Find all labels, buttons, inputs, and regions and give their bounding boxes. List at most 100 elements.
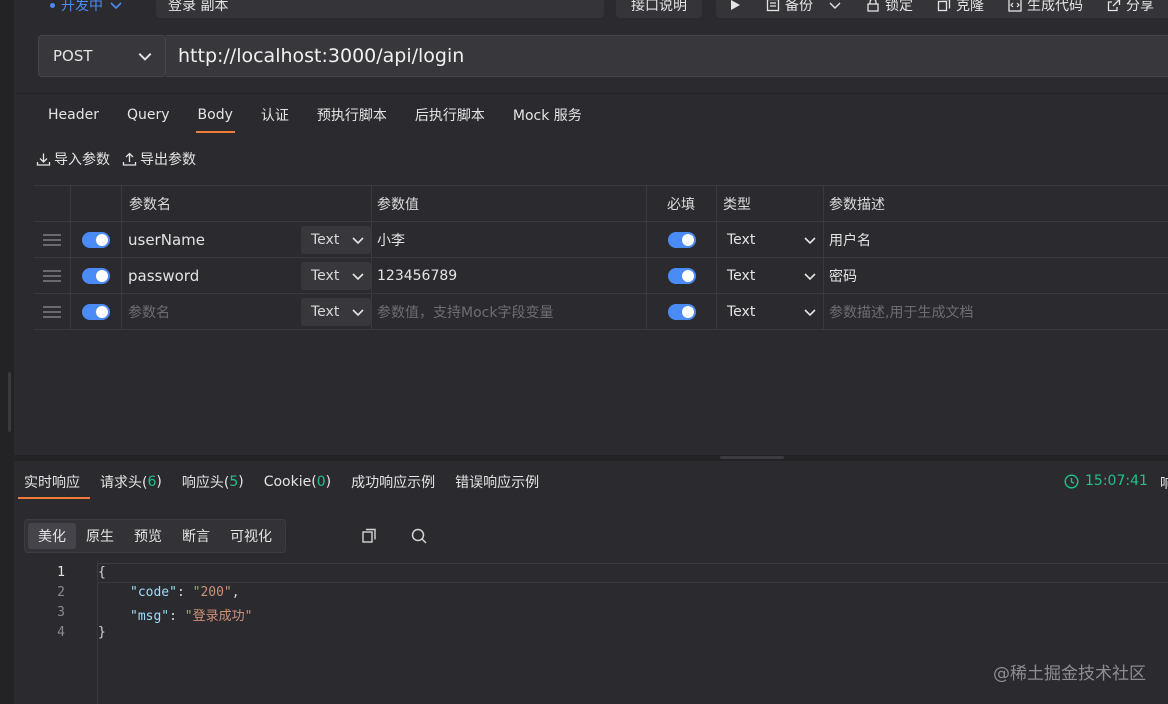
header-drag-cell	[34, 186, 71, 221]
clone-button[interactable]: 克隆	[925, 0, 996, 18]
enable-toggle[interactable]	[82, 303, 110, 320]
view-visualize[interactable]: 可视化	[220, 523, 282, 549]
tab-mock[interactable]: Mock 服务	[499, 95, 596, 135]
header-name: 参数名	[122, 186, 372, 221]
generate-code-button[interactable]: 生成代码	[996, 0, 1095, 18]
play-icon	[731, 0, 740, 10]
chevron-down-icon	[352, 272, 364, 280]
lock-label: 锁定	[885, 0, 913, 14]
view-assert[interactable]: 断言	[172, 523, 220, 549]
param-format-label: Text	[311, 231, 340, 248]
tab-count: 0	[316, 474, 326, 490]
view-pretty[interactable]: 美化	[28, 523, 76, 549]
required-cell	[647, 222, 717, 257]
enable-cell	[71, 294, 122, 329]
clone-icon	[937, 0, 951, 12]
json-value: "登录成功"	[184, 609, 253, 624]
enable-toggle[interactable]	[82, 231, 110, 248]
tab-body[interactable]: Body	[184, 95, 247, 135]
param-format-select[interactable]: Text	[301, 261, 371, 290]
tab-response-headers[interactable]: 响应头(5)	[172, 465, 254, 499]
resize-grip[interactable]	[8, 372, 11, 432]
param-format-label: Text	[311, 267, 340, 284]
tab-query[interactable]: Query	[113, 95, 184, 135]
code-line: {	[98, 565, 106, 580]
type-select[interactable]: Text	[717, 294, 824, 329]
line-number: 1	[57, 565, 65, 580]
send-button[interactable]	[716, 0, 754, 18]
export-params-button[interactable]: 导出参数	[122, 149, 196, 169]
search-icon[interactable]	[410, 527, 428, 545]
param-name-input[interactable]: userName	[128, 231, 205, 249]
required-toggle[interactable]	[667, 303, 696, 320]
status-dot-icon	[50, 2, 55, 8]
type-select[interactable]: Text	[717, 222, 824, 257]
param-desc-input[interactable]: 用户名	[824, 222, 1168, 257]
copy-icon[interactable]	[360, 527, 378, 545]
method-label: POST	[53, 47, 93, 65]
lock-icon	[867, 0, 879, 12]
method-select[interactable]: POST	[38, 35, 166, 77]
code-icon	[1008, 0, 1022, 12]
import-params-button[interactable]: 导入参数	[36, 149, 110, 169]
tab-success-example[interactable]: 成功响应示例	[341, 465, 445, 499]
param-value-input[interactable]: 123456789	[372, 258, 647, 293]
type-select[interactable]: Text	[717, 258, 824, 293]
tab-auth[interactable]: 认证	[247, 95, 303, 135]
api-doc-button[interactable]: 接口说明	[616, 0, 702, 18]
clock-icon	[1064, 473, 1079, 489]
status-label: 开发中	[61, 0, 103, 14]
tab-post-script[interactable]: 后执行脚本	[401, 95, 499, 135]
response-tabs: 实时响应 请求头(6) 响应头(5) Cookie(0) 成功响应示例 错误响应…	[14, 465, 549, 499]
drag-handle[interactable]	[34, 222, 71, 257]
table-row: password Text 123456789 Text 密码	[34, 258, 1168, 294]
request-tabs: Header Query Body 认证 预执行脚本 后执行脚本 Mock 服务	[34, 95, 596, 135]
backup-button[interactable]: 备份	[754, 0, 854, 18]
tab-label: 成功响应示例	[351, 475, 436, 491]
status-dropdown[interactable]: 开发中	[50, 0, 123, 18]
params-table: 参数名 参数值 必填 类型 参数描述 userName Text 小李 Text…	[34, 185, 1168, 330]
param-desc-placeholder[interactable]: 参数描述,用于生成文档	[824, 294, 1168, 329]
tab-label: 错误响应示例	[455, 475, 540, 491]
enable-toggle[interactable]	[82, 267, 110, 284]
param-name-placeholder[interactable]: 参数名	[128, 302, 170, 322]
param-value-placeholder[interactable]: 参数值，支持Mock字段变量	[372, 294, 647, 329]
param-name-input[interactable]: password	[128, 267, 199, 285]
param-value-input[interactable]: 小李	[372, 222, 647, 257]
api-title-input[interactable]: 登录 副本	[156, 0, 604, 18]
response-panel: 实时响应 请求头(6) 响应头(5) Cookie(0) 成功响应示例 错误响应…	[14, 461, 1168, 704]
share-icon	[1107, 0, 1121, 12]
chevron-down-icon	[110, 2, 122, 10]
tab-request-headers[interactable]: 请求头(6)	[90, 465, 172, 499]
tab-cookie[interactable]: Cookie(0)	[254, 465, 341, 499]
name-cell: userName Text	[122, 222, 372, 257]
top-toolbar: 开发中 登录 副本 接口说明 备份 锁定 克隆 生成代码 分享	[14, 0, 1168, 22]
drag-handle-icon	[43, 269, 61, 282]
tab-pre-script[interactable]: 预执行脚本	[303, 95, 401, 135]
backup-label: 备份	[785, 0, 813, 14]
tab-suffix: )	[238, 474, 244, 490]
api-client-window: 开发中 登录 副本 接口说明 备份 锁定 克隆 生成代码 分享 POST htt…	[0, 0, 1168, 704]
enable-cell	[71, 258, 122, 293]
splitter-handle[interactable]	[720, 456, 784, 459]
required-toggle[interactable]	[667, 231, 696, 248]
view-raw[interactable]: 原生	[76, 523, 124, 549]
param-desc-input[interactable]: 密码	[824, 258, 1168, 293]
tab-label: 请求头(	[100, 475, 148, 491]
param-format-select[interactable]: Text	[301, 225, 371, 254]
view-preview[interactable]: 预览	[124, 523, 172, 549]
chevron-down-icon	[804, 272, 816, 280]
url-input[interactable]: http://localhost:3000/api/login	[166, 35, 1168, 77]
tab-label: 实时响应	[24, 475, 80, 491]
tab-error-example[interactable]: 错误响应示例	[445, 465, 549, 499]
import-params-label: 导入参数	[54, 152, 110, 168]
json-value: "200"	[192, 585, 232, 600]
tab-live-response[interactable]: 实时响应	[14, 465, 90, 499]
drag-handle[interactable]	[34, 258, 71, 293]
param-format-select[interactable]: Text	[301, 297, 371, 326]
lock-button[interactable]: 锁定	[854, 0, 925, 18]
required-toggle[interactable]	[667, 267, 696, 284]
tab-header[interactable]: Header	[34, 95, 113, 135]
share-button[interactable]: 分享	[1095, 0, 1166, 18]
drag-handle[interactable]	[34, 294, 71, 329]
